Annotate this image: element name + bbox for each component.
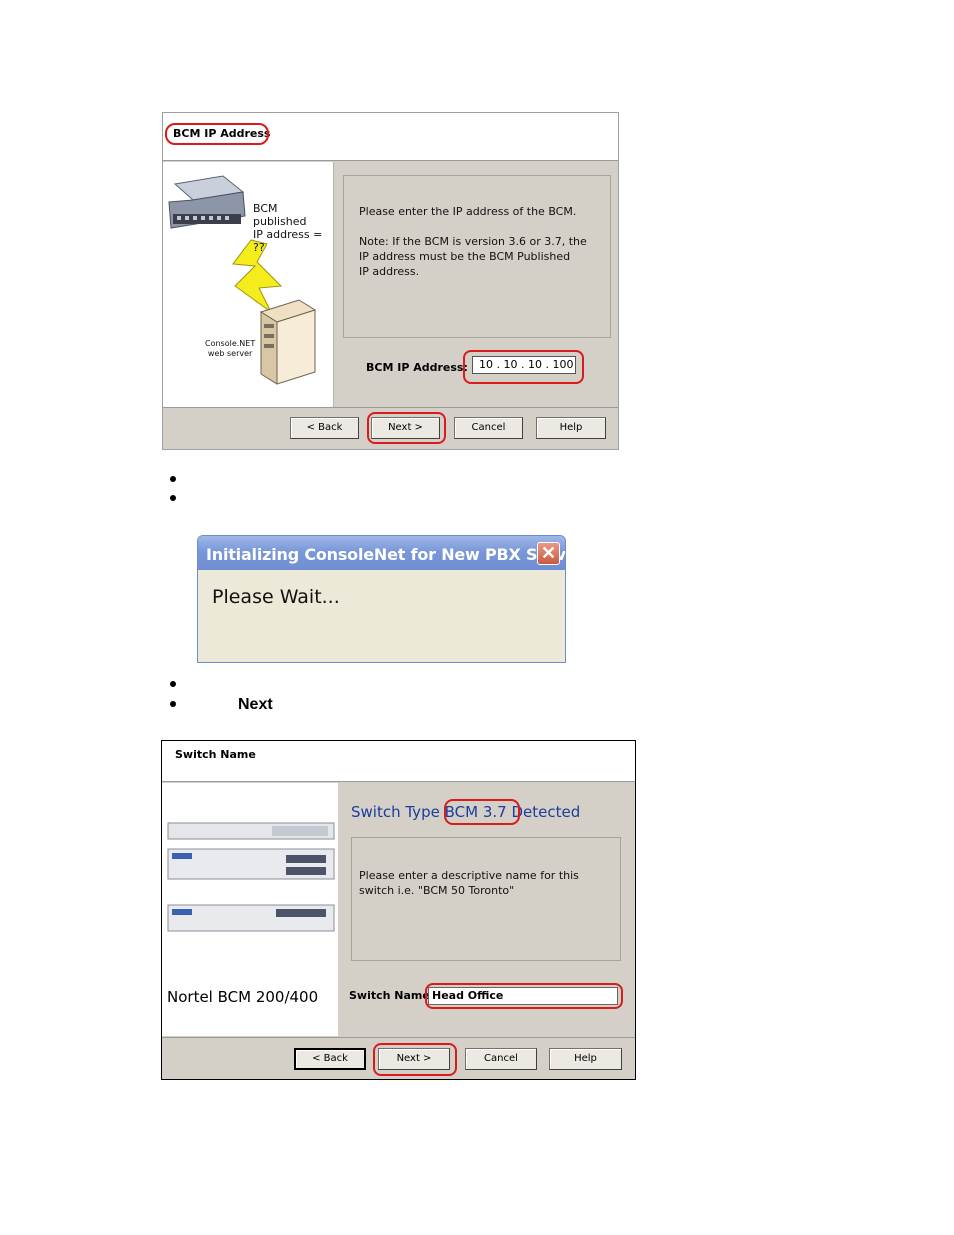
switch-name-label: Switch Name:: [349, 989, 435, 1002]
window-titlebar: Initializing ConsoleNet for New PBX Serv…: [198, 536, 565, 570]
bullet-point: [170, 681, 176, 687]
help-button[interactable]: Help: [536, 417, 606, 439]
dialog-title: Switch Name: [175, 748, 256, 761]
highlight-next: [367, 412, 446, 444]
wait-message: Please Wait...: [212, 586, 340, 608]
dialog-footer: < Back Next > Cancel Help: [162, 1037, 635, 1079]
bcm-caption: Nortel BCM 200/400: [167, 988, 319, 1006]
bcm-rack-diagram: [167, 822, 335, 932]
highlight-type: [444, 799, 520, 825]
close-icon[interactable]: ✕: [537, 542, 560, 565]
back-button[interactable]: < Back: [294, 1048, 366, 1070]
help-button[interactable]: Help: [549, 1048, 622, 1070]
please-wait-window: Initializing ConsoleNet for New PBX Serv…: [197, 535, 566, 663]
bcm-server-diagram: [168, 175, 317, 385]
window-title: Initializing ConsoleNet for New PBX Serv…: [206, 545, 566, 564]
bullet-point: [170, 495, 176, 501]
instruction-next-text: Next: [238, 696, 273, 713]
cancel-button[interactable]: Cancel: [454, 417, 523, 439]
bcm-device-label: BCM published IP address = ??: [253, 202, 323, 254]
switch-name-dialog: Switch Name Nortel BCM 200/400 Switch Ty…: [161, 740, 636, 1080]
back-button[interactable]: < Back: [290, 417, 359, 439]
detected-suffix: Detected: [511, 803, 581, 821]
server-label: Console.NET web server: [205, 339, 256, 358]
server-icon: [259, 299, 317, 385]
dialog-header: BCM IP Address: [163, 113, 618, 161]
bcm-illustration: Nortel BCM 200/400: [162, 783, 338, 1036]
network-illustration: BCM published IP address = ?? Console.NE…: [163, 162, 334, 407]
highlight-name: [425, 983, 623, 1009]
bullet-point: [170, 701, 176, 707]
highlight-title: [165, 123, 269, 145]
bcm-device-icon: [168, 175, 246, 229]
detected-prefix: Switch Type: [351, 803, 440, 821]
info-message: Please enter the IP address of the BCM. …: [359, 205, 587, 278]
bcm-ip-address-dialog: BCM IP Address BCM published IP address …: [162, 112, 619, 450]
highlight-ip: [463, 350, 584, 384]
info-panel: Please enter the IP address of the BCM. …: [343, 175, 611, 338]
dialog-footer: < Back Next > Cancel Help: [163, 407, 618, 449]
info-panel: Please enter a descriptive name for this…: [351, 837, 621, 961]
cancel-button[interactable]: Cancel: [465, 1048, 537, 1070]
dialog-header: Switch Name: [162, 741, 635, 782]
bullet-point: [170, 476, 176, 482]
bcm-unit-icon: [167, 822, 335, 932]
highlight-next: [373, 1043, 457, 1076]
info-message: Please enter a descriptive name for this…: [359, 869, 579, 897]
ip-address-label: BCM IP Address:: [366, 361, 468, 374]
